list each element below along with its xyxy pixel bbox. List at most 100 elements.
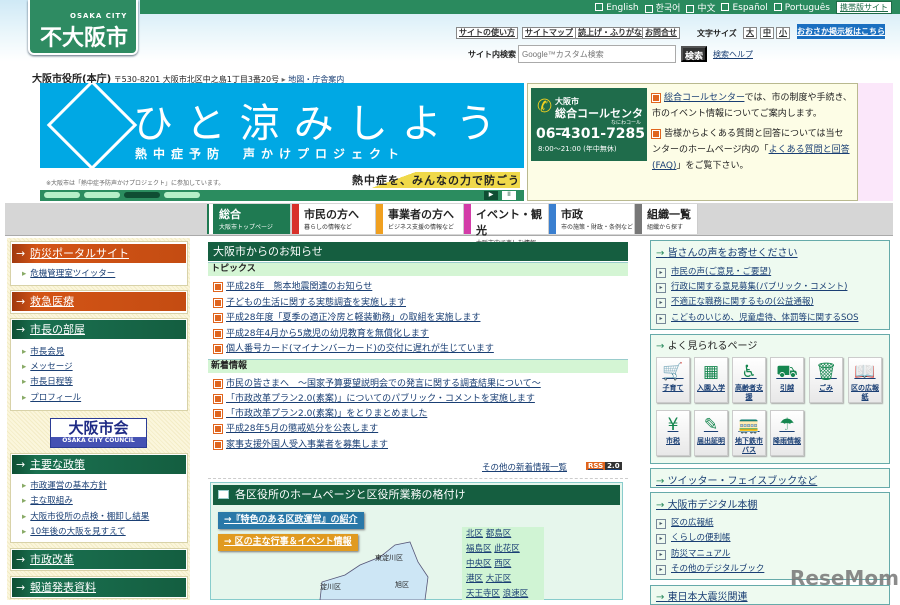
nav-tab-events[interactable]: イベント・観光大阪市内で楽しむ情報 xyxy=(464,204,549,247)
mayor-room-link[interactable]: 市長の部屋 xyxy=(12,320,186,339)
search-button[interactable]: 検索 xyxy=(681,46,707,62)
sidebar-link[interactable]: プロフィール xyxy=(22,391,81,403)
digital-item[interactable]: 防災マニュアル xyxy=(656,547,730,560)
tile-moving[interactable]: ⛟ 引越 xyxy=(770,357,804,403)
ward-link[interactable]: 北区 xyxy=(466,529,483,539)
slide-dot[interactable] xyxy=(164,192,200,198)
ward-features-button[interactable]: →『特色のある区政運営』の紹介 xyxy=(218,512,364,529)
nav-tab-citizens[interactable]: 市民の方へ 暮らしの情報など xyxy=(292,204,376,234)
font-large-button[interactable]: 大 xyxy=(743,27,757,39)
news-item[interactable]: 家事支援外国人受入事業者を募集します xyxy=(213,437,388,450)
ward-link[interactable]: 此花区 xyxy=(494,544,520,554)
tile-elderly[interactable]: ♿ 高齢者支援 xyxy=(732,357,766,403)
call-center-link[interactable]: 総合コールセンター xyxy=(664,93,744,103)
tile-transit[interactable]: 🚃 地下鉄市バス xyxy=(732,410,766,456)
news-text: 平成28年5月の懲戒処分を公表します xyxy=(226,424,379,434)
tile-tax[interactable]: ¥ 市税 xyxy=(656,410,690,456)
lang-korean[interactable]: 한국어 xyxy=(644,1,680,14)
press-release-link[interactable]: 報道発表資料 xyxy=(12,578,186,597)
osaka-city-logo[interactable]: OSAKA CITY 不大阪市 xyxy=(28,0,138,55)
search-help-link[interactable]: 検索ヘルプ xyxy=(713,49,753,60)
sidebar-link[interactable]: 10年後の大阪を見すえて xyxy=(22,525,125,537)
ward-map[interactable]: 東淀川区 淀川区 旭区 xyxy=(300,537,440,600)
reform-link[interactable]: 市政改革 xyxy=(12,550,186,569)
voice-link[interactable]: 皆さんの声をお寄せください xyxy=(656,244,798,259)
digital-item[interactable]: くらしの便利帳 xyxy=(656,531,731,544)
digital-item[interactable]: 区の広報紙 xyxy=(656,516,714,529)
nav-tab-government[interactable]: 市政 市の施策・財政・条例など xyxy=(549,204,635,234)
search-input[interactable] xyxy=(518,45,676,63)
policy-link[interactable]: 主要な政策 xyxy=(12,455,186,474)
ward-link[interactable]: 福島区 xyxy=(466,544,492,554)
nav-tab-organization[interactable]: 組織一覧 組織から探す xyxy=(635,204,698,234)
banner-slideshow[interactable]: ひと涼みしよう 熱中症予防 声かけプロジェクト ※大阪市は「熱中症予防声かけプロ… xyxy=(40,83,524,201)
pause-icon[interactable]: II xyxy=(502,191,516,200)
lang-english[interactable]: English xyxy=(595,3,639,13)
ward-link[interactable]: 天王寺区 xyxy=(466,589,500,599)
topic-item[interactable]: 平成28年度「夏季の適正冷房と軽装勤務」の取組を実施します xyxy=(213,310,480,323)
sidebar-link[interactable]: 市長日程等 xyxy=(22,375,73,387)
tile-newsletter[interactable]: 📖 区の広報紙 xyxy=(848,357,882,403)
map-label[interactable]: 淀川区 xyxy=(320,582,341,591)
tile-garbage[interactable]: 🗑 ごみ xyxy=(809,357,843,403)
topic-item[interactable]: 平成28年 熊本地震関連のお知らせ xyxy=(213,279,372,292)
topic-item[interactable]: 個人番号カード(マイナンバーカード)の交付に遅れが生じています xyxy=(213,341,494,354)
slide-dot[interactable] xyxy=(44,192,80,198)
tile-school[interactable]: ▦ 入園入学 xyxy=(694,357,728,403)
furigana-button[interactable]: 読上げ・ふりがな xyxy=(575,27,645,39)
tile-childcare[interactable]: 🛒 子育て xyxy=(656,357,690,403)
tile-rainfall[interactable]: ☂ 降雨情報 xyxy=(770,410,804,456)
sidebar-link[interactable]: 主な取組み xyxy=(22,494,73,506)
call-center-box[interactable]: ✆ 大阪市 総合コールセンター なにわコール 06-4301-7285 8:00… xyxy=(531,88,647,161)
lang-spanish[interactable]: Español xyxy=(721,3,768,13)
slide-dot[interactable] xyxy=(84,192,120,198)
ward-link[interactable]: 港区 xyxy=(466,574,483,584)
sidebar-link[interactable]: 危機管理室ツイッター xyxy=(22,267,115,279)
contact-button[interactable]: お問合せ xyxy=(642,27,680,39)
voice-item[interactable]: 行政に関する意見募集(パブリック・コメント) xyxy=(656,280,847,293)
sidebar-link[interactable]: メッセージ xyxy=(22,360,72,372)
bbs-button[interactable]: おおさか掲示板はこちら xyxy=(797,24,885,39)
sidebar-link[interactable]: 市長会見 xyxy=(22,345,64,357)
tile-label: 子育て xyxy=(662,384,684,392)
news-item[interactable]: 「市政改革プラン2.0(素案)」についてのパブリック・コメントを実施します xyxy=(213,391,535,404)
more-news-link[interactable]: その他の新着情報一覧 xyxy=(482,461,567,473)
ward-link[interactable]: 大正区 xyxy=(486,574,512,584)
ward-link[interactable]: 浪速区 xyxy=(503,589,529,599)
sns-link[interactable]: ツイッター・フェイスブックなど xyxy=(656,472,818,487)
quake-link[interactable]: 東日本大震災関連 xyxy=(656,588,748,603)
topic-item[interactable]: 平成28年4月から5歳児の幼児教育を無償化します xyxy=(213,326,429,339)
rss-button[interactable]: RSS 2.0 xyxy=(586,462,622,470)
mobile-site-link[interactable]: 携帯版サイト xyxy=(836,1,892,14)
topic-item[interactable]: 子どもの生活に関する実態調査を実施します xyxy=(213,295,406,308)
voice-item[interactable]: 不適正な職務に関するもの(公益通報) xyxy=(656,295,814,308)
sidebar-link[interactable]: 大阪市役所の点検・棚卸し結果 xyxy=(22,510,149,522)
news-item[interactable]: 平成28年5月の懲戒処分を公表します xyxy=(213,421,379,434)
voice-item[interactable]: 市民の声(ご意見・ご要望) xyxy=(656,265,771,278)
slide-dot-active[interactable] xyxy=(124,192,160,198)
font-small-button[interactable]: 小 xyxy=(776,27,790,39)
voice-item[interactable]: こどものいじめ、児童虐待、体罰等に関するSOS xyxy=(656,311,858,324)
news-item[interactable]: 市民の皆さまへ ～国家予算要望説明会での発言に関する調査結果について～ xyxy=(213,376,541,389)
ward-link[interactable]: 西区 xyxy=(494,559,511,569)
bousai-portal-link[interactable]: 防災ポータルサイト xyxy=(12,244,186,263)
font-medium-button[interactable]: 中 xyxy=(760,27,774,39)
site-usage-button[interactable]: サイトの使い方 xyxy=(456,27,518,39)
lang-chinese[interactable]: 中文 xyxy=(686,1,715,14)
digital-item[interactable]: その他のデジタルブック xyxy=(656,562,764,575)
digital-bookshelf-link[interactable]: 大阪市デジタル本棚 xyxy=(656,496,758,511)
lang-portuguese[interactable]: Português xyxy=(773,3,830,13)
ward-link[interactable]: 中央区 xyxy=(466,559,492,569)
sitemap-button[interactable]: サイトマップ xyxy=(522,27,576,39)
map-label[interactable]: 東淀川区 xyxy=(375,553,403,562)
play-icon[interactable]: ▶ xyxy=(484,191,498,200)
map-label[interactable]: 旭区 xyxy=(395,580,409,589)
nav-tab-business[interactable]: 事業者の方へ ビジネス支援の情報など xyxy=(376,204,464,234)
city-council-banner[interactable]: 大阪市会 OSAKA CITY COUNCIL xyxy=(50,418,147,448)
emergency-medical-link[interactable]: 救急医療 xyxy=(12,292,186,311)
nav-tab-top[interactable]: 総合 大阪市トップページ xyxy=(207,204,291,234)
news-item[interactable]: 「市政改革プラン2.0(素案)」をとりまとめました xyxy=(213,406,427,419)
tile-certificate[interactable]: ✎ 届出証明 xyxy=(694,410,728,456)
sidebar-link[interactable]: 市政運営の基本方針 xyxy=(22,479,107,491)
ward-link[interactable]: 都島区 xyxy=(486,529,512,539)
